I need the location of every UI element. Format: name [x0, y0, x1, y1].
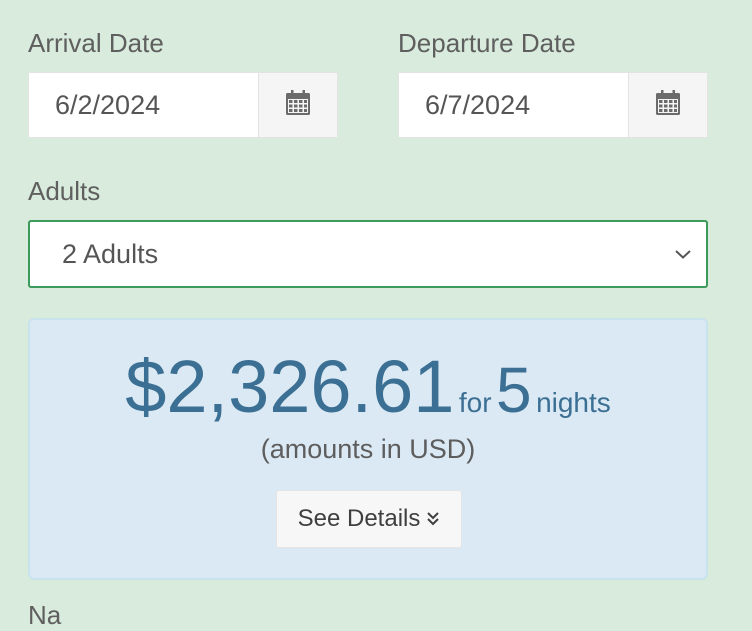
arrival-calendar-button[interactable]	[258, 73, 337, 137]
departure-calendar-button[interactable]	[628, 73, 707, 137]
next-field-label: Na	[28, 600, 62, 630]
adults-select-value: 2 Adults	[62, 238, 159, 269]
adults-label: Adults	[28, 176, 101, 206]
double-chevron-down-icon	[426, 511, 440, 527]
price-for-text: for	[458, 387, 492, 418]
departure-date-group: 6/7/2024	[398, 72, 708, 138]
price-summary-box: $2,326.61 for 5 nights (amounts in USD) …	[28, 318, 708, 580]
arrival-date-input[interactable]: 6/2/2024	[29, 73, 258, 137]
adults-select[interactable]: 2 Adults	[28, 220, 708, 288]
calendar-icon	[285, 89, 311, 121]
calendar-icon	[655, 89, 681, 121]
nights-count: 5	[496, 354, 532, 426]
total-amount: $2,326.61	[125, 345, 455, 428]
see-details-button[interactable]: See Details	[276, 490, 462, 548]
chevron-down-icon	[674, 248, 692, 260]
departure-date-label: Departure Date	[398, 28, 576, 58]
arrival-date-label: Arrival Date	[28, 28, 164, 58]
currency-note: (amounts in USD)	[260, 434, 476, 464]
price-line: $2,326.61 for 5 nights	[30, 350, 706, 427]
see-details-label: See Details	[297, 505, 421, 532]
nights-text: nights	[536, 387, 611, 418]
departure-date-input[interactable]: 6/7/2024	[399, 73, 628, 137]
arrival-date-group: 6/2/2024	[28, 72, 338, 138]
